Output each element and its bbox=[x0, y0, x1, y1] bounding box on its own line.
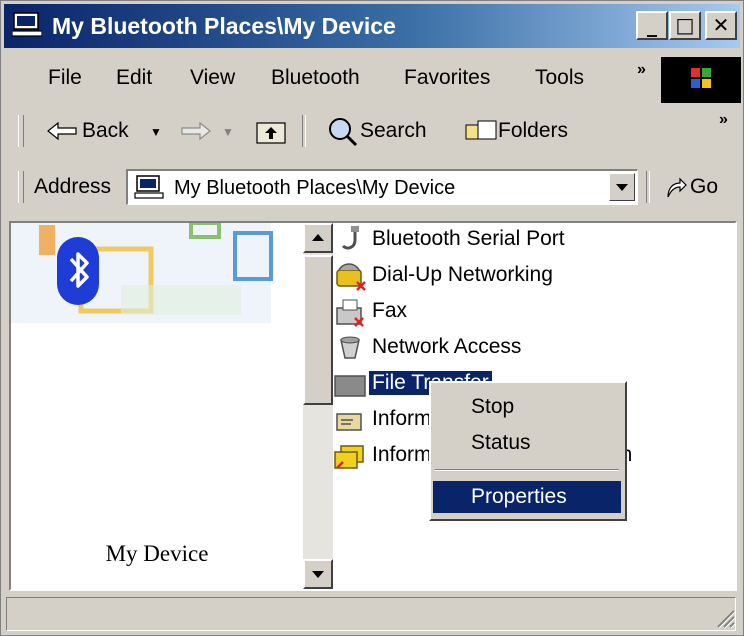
context-menu: Stop Status Properties bbox=[429, 381, 627, 521]
vertical-scrollbar[interactable] bbox=[303, 223, 333, 589]
menu-overflow-chevron-icon[interactable]: » bbox=[637, 61, 646, 79]
address-value: My Bluetooth Places\My Device bbox=[174, 177, 456, 199]
menu-tools[interactable]: Tools bbox=[535, 66, 584, 90]
resize-grip-icon[interactable] bbox=[710, 603, 736, 629]
folders-button[interactable]: Folders bbox=[498, 119, 568, 143]
address-label: Address bbox=[34, 175, 112, 198]
info-exchange-icon bbox=[336, 413, 362, 431]
menu-item-stop[interactable]: Stop bbox=[433, 391, 621, 423]
dialup-icon bbox=[336, 263, 366, 291]
arrow-up-icon bbox=[312, 234, 324, 241]
forward-arrow-icon[interactable] bbox=[178, 121, 212, 141]
folders-icon[interactable] bbox=[464, 117, 498, 145]
minimize-button[interactable]: _ bbox=[636, 11, 668, 40]
menu-view[interactable]: View bbox=[190, 66, 235, 90]
go-arrow-icon[interactable] bbox=[664, 177, 688, 201]
content-area: My Device Bluetooth Serial Port Dial-Up … bbox=[9, 221, 737, 591]
service-label: Bluetooth Serial Port bbox=[372, 227, 565, 250]
menu-separator bbox=[435, 469, 619, 471]
info-sync-icon bbox=[334, 445, 364, 469]
window-title: My Bluetooth Places\My Device bbox=[52, 13, 396, 39]
menu-edit[interactable]: Edit bbox=[116, 66, 152, 90]
maximize-button[interactable]: □ bbox=[669, 11, 701, 40]
service-label: Fax bbox=[372, 299, 408, 322]
serial-port-icon bbox=[341, 226, 359, 250]
device-info-pane: My Device bbox=[11, 223, 303, 589]
search-button[interactable]: Search bbox=[360, 119, 427, 143]
back-button[interactable]: Back bbox=[82, 119, 129, 143]
menu-file[interactable]: File bbox=[48, 66, 82, 90]
status-pane bbox=[6, 597, 736, 631]
file-transfer-icon bbox=[334, 375, 366, 397]
go-button[interactable]: Go bbox=[690, 175, 718, 199]
fax-icon bbox=[336, 299, 364, 327]
back-dropdown-icon[interactable]: ▼ bbox=[150, 125, 162, 139]
menu-item-status[interactable]: Status bbox=[433, 427, 621, 459]
computer-icon bbox=[134, 175, 164, 199]
scroll-down-button[interactable] bbox=[303, 559, 333, 589]
windows-flag-icon bbox=[691, 68, 711, 88]
bluetooth-banner-graphic bbox=[11, 223, 273, 323]
explorer-window: My Bluetooth Places\My Device _ □ ✕ File… bbox=[0, 0, 744, 636]
menu-bar: File Edit View Bluetooth Favorites Tools… bbox=[4, 53, 740, 99]
menu-bluetooth[interactable]: Bluetooth bbox=[271, 66, 360, 90]
device-name-label: My Device bbox=[105, 541, 209, 566]
forward-dropdown-icon[interactable]: ▼ bbox=[222, 125, 234, 139]
search-icon[interactable] bbox=[324, 115, 360, 147]
back-arrow-icon[interactable] bbox=[46, 121, 80, 141]
computer-icon bbox=[12, 12, 42, 37]
service-label: Dial-Up Networking bbox=[372, 263, 553, 286]
address-dropdown-button[interactable] bbox=[609, 173, 635, 201]
address-bar: Address My Bluetooth Places\My Device Go bbox=[4, 163, 740, 213]
scroll-up-button[interactable] bbox=[303, 223, 333, 253]
title-bar[interactable]: My Bluetooth Places\My Device _ □ ✕ bbox=[4, 4, 740, 48]
chevron-down-icon bbox=[616, 184, 628, 191]
standard-toolbar: Back ▼ ▼ Search Folders » bbox=[4, 105, 740, 157]
arrow-down-icon bbox=[312, 571, 324, 578]
address-input[interactable]: My Bluetooth Places\My Device bbox=[126, 169, 638, 205]
menu-item-properties[interactable]: Properties bbox=[433, 481, 621, 513]
toolbar-overflow-chevron-icon[interactable]: » bbox=[719, 111, 728, 129]
up-folder-icon[interactable] bbox=[254, 117, 288, 145]
network-access-icon bbox=[340, 336, 360, 359]
windows-logo bbox=[661, 57, 741, 103]
service-label: Network Access bbox=[372, 335, 522, 358]
menu-favorites[interactable]: Favorites bbox=[404, 66, 490, 90]
scroll-thumb[interactable] bbox=[303, 255, 333, 405]
close-button[interactable]: ✕ bbox=[705, 11, 737, 40]
status-bar bbox=[4, 595, 740, 633]
